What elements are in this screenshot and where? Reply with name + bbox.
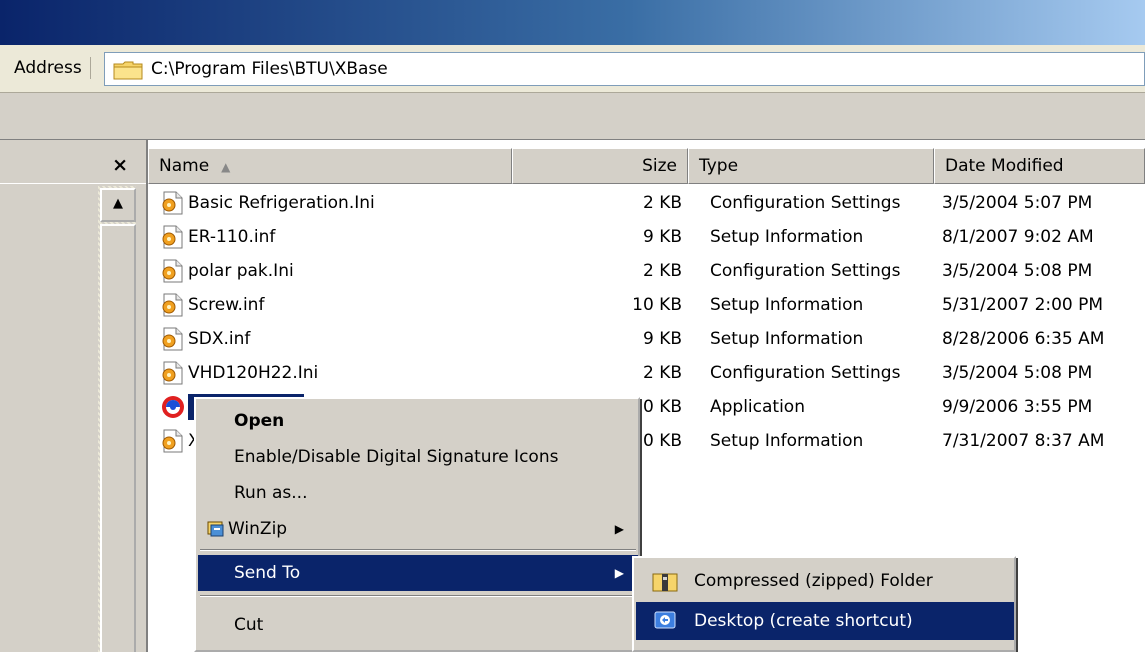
send-to-submenu: Compressed (zipped) Folder Desktop (crea… xyxy=(632,556,1016,652)
file-type: Configuration Settings xyxy=(710,261,901,281)
file-date: 3/5/2004 5:08 PM xyxy=(942,261,1093,281)
file-row[interactable]: polar pak.Ini 2 KB Configuration Settings 3… xyxy=(148,254,1145,288)
file-date: 7/31/2007 8:37 AM xyxy=(942,431,1105,451)
file-row[interactable]: Screw.inf 10 KB Setup Information 5/31/2007… xyxy=(148,288,1145,322)
window-title-bar[interactable] xyxy=(0,0,1145,45)
file-date: 5/31/2007 2:00 PM xyxy=(942,295,1104,315)
address-input[interactable]: C:\Program Files\BTU\XBase xyxy=(104,52,1145,86)
file-row[interactable]: Basic Refrigeration.Ini 2 KB Configuration… xyxy=(148,186,1145,220)
column-name-label: Name xyxy=(159,156,210,176)
menu-item-send-to-label: Send To xyxy=(234,563,301,583)
folders-pane: × ▲ xyxy=(0,140,148,652)
toolbar xyxy=(0,93,1145,140)
desktop-shortcut-icon xyxy=(654,611,676,629)
file-type: Setup Information xyxy=(710,431,864,451)
file-row[interactable]: ER-110.inf 9 KB Setup Information 8/1/2007 … xyxy=(148,220,1145,254)
column-header-name[interactable]: Name ▲ xyxy=(148,148,512,184)
file-size: 2 KB xyxy=(642,261,682,281)
file-date: 3/5/2004 5:08 PM xyxy=(942,363,1093,383)
menu-item-run-as[interactable]: Run as... xyxy=(198,475,638,511)
file-size: 2 KB xyxy=(642,363,682,383)
address-label: Address xyxy=(14,57,91,79)
file-size: 9 KB xyxy=(642,329,682,349)
file-type: Application xyxy=(710,397,805,417)
folder-icon xyxy=(113,61,143,80)
file-date: 8/28/2006 6:35 AM xyxy=(942,329,1105,349)
file-type: Setup Information xyxy=(710,329,864,349)
submenu-arrow-icon: ▶ xyxy=(614,522,624,536)
menu-separator xyxy=(200,549,636,551)
menu-separator xyxy=(200,595,636,597)
send-to-desktop[interactable]: Desktop (create shortcut) xyxy=(636,602,1014,640)
menu-item-send-to[interactable]: Send To ▶ xyxy=(198,555,638,591)
column-header-size[interactable]: Size xyxy=(512,148,688,184)
file-row[interactable]: VHD120H22.Ini 2 KB Configuration Settings 3… xyxy=(148,356,1145,390)
file-size: 2 KB xyxy=(642,193,682,213)
close-pane-icon[interactable]: × xyxy=(112,154,128,176)
menu-item-winzip[interactable]: WinZip ▶ xyxy=(198,511,638,547)
send-to-compressed-folder[interactable]: Compressed (zipped) Folder xyxy=(636,562,1014,600)
address-bar: Address C:\Program Files\BTU\XBase xyxy=(0,45,1145,93)
file-type: Setup Information xyxy=(710,295,864,315)
file-date: 8/1/2007 9:02 AM xyxy=(942,227,1094,247)
menu-item-winzip-label: WinZip xyxy=(228,519,288,539)
file-type: Configuration Settings xyxy=(710,193,901,213)
send-to-compressed-label: Compressed (zipped) Folder xyxy=(694,571,933,591)
scrollbar-thumb[interactable] xyxy=(100,224,136,652)
sort-ascending-icon: ▲ xyxy=(221,160,231,174)
file-row[interactable]: SDX.inf 9 KB Setup Information 8/28/2006 6:… xyxy=(148,322,1145,356)
submenu-arrow-icon: ▶ xyxy=(614,566,624,580)
file-type: Configuration Settings xyxy=(710,363,901,383)
column-header-date[interactable]: Date Modified xyxy=(934,148,1145,184)
file-size: 9 KB xyxy=(642,227,682,247)
send-to-desktop-label: Desktop (create shortcut) xyxy=(694,611,913,631)
folders-pane-header: × xyxy=(0,148,146,184)
address-path: C:\Program Files\BTU\XBase xyxy=(151,59,388,79)
file-type: Setup Information xyxy=(710,227,864,247)
menu-item-open[interactable]: Open xyxy=(198,403,638,439)
menu-item-digital-signature[interactable]: Enable/Disable Digital Signature Icons xyxy=(198,439,638,475)
column-headers: Name ▲ Size Type Date Modified xyxy=(148,148,1145,184)
winzip-icon xyxy=(207,521,224,537)
context-menu: Open Enable/Disable Digital Signature Ic… xyxy=(194,397,640,652)
menu-item-cut[interactable]: Cut xyxy=(198,607,638,643)
file-date: 3/5/2004 5:07 PM xyxy=(942,193,1093,213)
column-header-type[interactable]: Type xyxy=(688,148,934,184)
zipped-folder-icon xyxy=(652,573,678,592)
file-date: 9/9/2006 3:55 PM xyxy=(942,397,1093,417)
file-size: 10 KB xyxy=(632,295,682,315)
scroll-up-button[interactable]: ▲ xyxy=(100,188,136,222)
